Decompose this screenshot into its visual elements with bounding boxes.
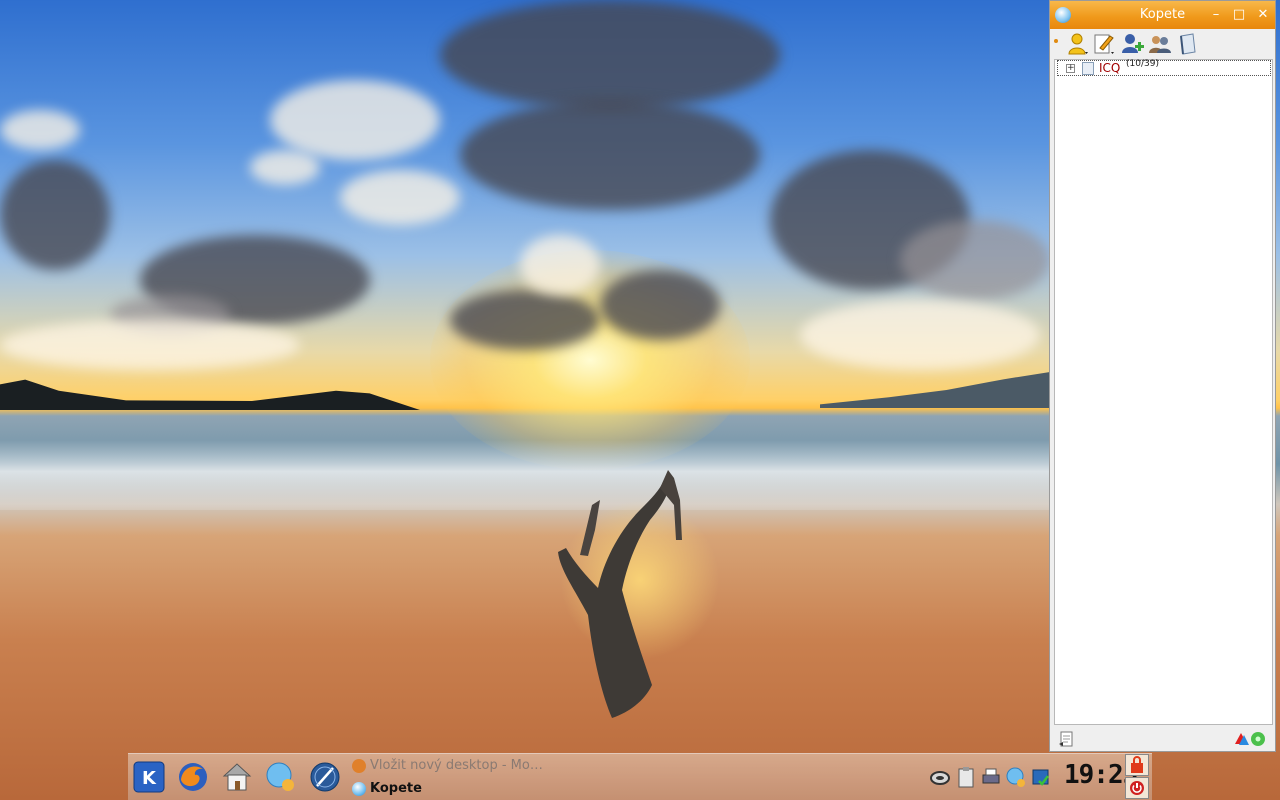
power-icon: [1130, 781, 1144, 795]
kopete-window: Kopete – □ ✕ + ICQ (10/39): [1049, 0, 1276, 752]
status-icon[interactable]: [1066, 32, 1090, 56]
lock-screen-button[interactable]: [1125, 754, 1149, 776]
kopete-task-icon: [352, 782, 366, 796]
group-icon[interactable]: [1148, 32, 1172, 56]
browser-icon[interactable]: [308, 760, 342, 794]
contact-list: + ICQ (10/39): [1054, 59, 1273, 725]
task-label: Kopete: [370, 781, 422, 796]
toolbar: [1050, 29, 1275, 59]
kopete-app-icon[interactable]: [1055, 7, 1071, 23]
minimize-button[interactable]: –: [1208, 7, 1224, 23]
maximize-button[interactable]: □: [1231, 7, 1247, 23]
expand-icon[interactable]: +: [1066, 64, 1075, 73]
title-bar[interactable]: Kopete – □ ✕: [1050, 1, 1275, 29]
driftwood: [558, 470, 682, 718]
close-button[interactable]: ✕: [1255, 7, 1271, 23]
window-title: Kopete: [1139, 7, 1186, 22]
task-kopete[interactable]: Kopete: [352, 779, 552, 799]
svg-text:K: K: [142, 768, 157, 789]
update-icon[interactable]: [1031, 766, 1051, 788]
task-label: Vložit nový desktop - Mo…: [370, 758, 543, 773]
group-name: ICQ: [1099, 61, 1121, 75]
edit-icon[interactable]: [1092, 32, 1116, 56]
logout-button[interactable]: [1125, 777, 1149, 799]
task-desktop[interactable]: Vložit nový desktop - Mo…: [352, 756, 552, 776]
kde-menu-icon[interactable]: K: [132, 760, 166, 794]
add-contact-icon[interactable]: [1120, 32, 1144, 56]
contact-group-row[interactable]: + ICQ (10/39): [1057, 59, 1271, 76]
clipboard-icon[interactable]: [956, 766, 976, 788]
firefox-task-icon: [352, 759, 366, 773]
home-icon[interactable]: [220, 760, 254, 794]
status-bar: [1050, 727, 1275, 751]
group-folder-icon: [1082, 62, 1094, 75]
kopete-icon[interactable]: [264, 760, 298, 794]
icq-status-icon[interactable]: [1232, 730, 1268, 748]
account-status-icon[interactable]: [1058, 730, 1076, 748]
network-icon[interactable]: [930, 766, 950, 788]
group-count: (10/39): [1126, 59, 1159, 69]
firefox-icon[interactable]: [176, 760, 210, 794]
printer-icon[interactable]: [981, 766, 1001, 788]
kopete-tray-icon[interactable]: [1006, 766, 1026, 788]
lock-icon: [1131, 756, 1143, 773]
book-icon[interactable]: [1176, 32, 1200, 56]
taskbar: K Vložit nový desktop - Mo… Kopete 19:25: [128, 753, 1152, 800]
toolbar-handle: [1054, 39, 1058, 43]
